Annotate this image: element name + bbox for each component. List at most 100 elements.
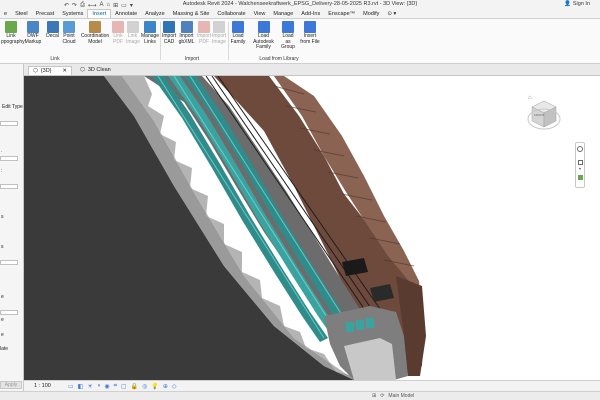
crop-region-icon[interactable]: ▢ (121, 383, 127, 390)
point-cloud-icon (63, 21, 75, 33)
coordination-model-icon (89, 21, 101, 33)
properties-field[interactable] (0, 184, 18, 189)
image-icon (126, 21, 139, 33)
manage-links-icon (144, 21, 156, 33)
ribbon-tab-bar: e Steel Precast Systems Insert Annotate Analyz… (0, 9, 600, 19)
decal-button[interactable]: Decal (45, 21, 60, 40)
visual-style-icon[interactable]: ◧ (78, 383, 84, 390)
tab-annotate[interactable]: Annotate (111, 10, 141, 18)
sign-in[interactable]: 👤 Sign In (564, 1, 590, 7)
autodesk-family-icon (257, 21, 270, 33)
shadows-icon[interactable]: ◑ (97, 383, 101, 390)
insert-from-file-button[interactable]: Insert from File (299, 21, 321, 45)
import-image-button[interactable]: Import Image (212, 21, 226, 45)
active-workset[interactable]: Main Model (388, 393, 414, 399)
family-icon (232, 21, 244, 33)
tab-e[interactable]: e (0, 10, 11, 18)
tab-add-ins[interactable]: Add-Ins (297, 10, 324, 18)
tab-collaborate[interactable]: Collaborate (213, 10, 249, 18)
ribbon-panel: Link ppography DWF Markup Decal Point Cl… (0, 19, 600, 64)
properties-field[interactable] (0, 310, 18, 315)
worksets-icon[interactable]: ⊞ (372, 393, 376, 399)
load-as-group-button[interactable]: Load as Group (280, 21, 296, 51)
sun-path-icon[interactable]: ☀ (87, 383, 92, 390)
viewcube[interactable]: FRONT ⌂ (526, 95, 562, 137)
insert-file-icon (304, 21, 316, 33)
group-icon (282, 21, 294, 33)
link-image-button[interactable]: Link Image (126, 21, 140, 45)
topography-icon (5, 21, 17, 33)
tab-massing-site[interactable]: Massing & Site (169, 10, 214, 18)
dwf-icon (27, 21, 39, 33)
import-pdf-button[interactable]: Import PDF (197, 21, 211, 45)
manage-links-button[interactable]: Manage Links (141, 21, 159, 45)
camera-icon[interactable] (577, 175, 583, 180)
pdf-icon (198, 21, 210, 33)
3d-viewport[interactable]: FRONT ⌂ ▾ (24, 76, 600, 380)
tab-steel[interactable]: Steel (11, 10, 32, 18)
tab-enscape[interactable]: Enscape™ (324, 10, 359, 18)
rendering-icon[interactable]: ◉ (104, 383, 109, 390)
zoom-dropdown-icon[interactable]: ▾ (576, 166, 584, 171)
properties-panel: Edit Type . : s s e e e late (0, 64, 24, 400)
close-icon[interactable]: ✕ (62, 67, 67, 76)
coordination-model-button[interactable]: Coordination Model (80, 21, 110, 45)
tab-modify[interactable]: Modify (359, 10, 383, 18)
view-controls: ▭ ◧ ☀ ◑ ◉ ⌗ ▢ 🔒 ◎ 💡 ⊕ ◇ (68, 383, 177, 390)
group-separator (160, 22, 161, 60)
point-cloud-button[interactable]: Point Cloud (62, 21, 76, 45)
navigation-bar: ▾ (575, 142, 585, 188)
worksharing-display-icon[interactable]: ⊕ (163, 383, 168, 390)
view-control-bar: 1 : 100 ▭ ◧ ☀ ◑ ◉ ⌗ ▢ 🔒 ◎ 💡 ⊕ ◇ (24, 380, 600, 391)
analytical-model-icon[interactable]: ◇ (172, 383, 177, 390)
temporary-hide-icon[interactable]: ◎ (142, 383, 147, 390)
link-pdf-button[interactable]: Link PDF (112, 21, 124, 45)
tab-3d-clean[interactable]: ⬡ 3D Clean (76, 66, 120, 75)
lock-view-icon[interactable]: 🔒 (131, 383, 138, 390)
cad-icon (163, 21, 175, 33)
tab-systems[interactable]: Systems (58, 10, 87, 18)
load-family-button[interactable]: Load Family (230, 21, 246, 45)
apply-button[interactable]: Apply (0, 381, 22, 389)
sync-icon[interactable]: ⟳ (380, 393, 384, 399)
reveal-hidden-icon[interactable]: 💡 (151, 383, 158, 390)
model-render (24, 76, 426, 380)
group-separator (228, 22, 229, 60)
tab-analyze[interactable]: Analyze (141, 10, 169, 18)
tab-manage[interactable]: Manage (269, 10, 297, 18)
decal-icon (46, 21, 59, 33)
tab-insert[interactable]: Insert (87, 9, 112, 18)
import-gbxml-button[interactable]: Import gbXML (178, 21, 195, 45)
group-label-import: Import (184, 56, 200, 62)
properties-field[interactable] (0, 121, 18, 126)
tab-precast[interactable]: Precast (32, 10, 59, 18)
crop-view-icon[interactable]: ⌗ (114, 383, 117, 390)
status-icons: ⊞ ⟳ Main Model (372, 393, 414, 399)
group-label-link: Link (50, 56, 60, 62)
image-icon (213, 21, 225, 33)
pdf-icon (112, 21, 124, 33)
zoom-region-icon[interactable] (577, 160, 583, 165)
tab-[interactable]: ⊙ ▾ (383, 10, 400, 18)
user-icon: 👤 (564, 1, 571, 7)
steering-wheel-icon[interactable] (577, 146, 583, 152)
viewcube-face-label: FRONT (534, 113, 545, 117)
link-topography-button[interactable]: Link ppography (1, 21, 25, 45)
edit-type-button[interactable]: Edit Type (2, 104, 23, 110)
3d-view-icon: ⬡ (33, 67, 38, 74)
tab-3d[interactable]: ⬡ {3D} ✕ (28, 66, 72, 75)
3d-view-icon: ⬡ (80, 67, 85, 73)
load-autodesk-family-button[interactable]: Load Autodesk Family (249, 21, 278, 51)
view-tabs: ⬡ {3D} ✕ ⬡ 3D Clean (24, 64, 600, 76)
dwf-markup-button[interactable]: DWF Markup (24, 21, 42, 45)
gbxml-icon (180, 21, 193, 33)
view-scale[interactable]: 1 : 100 (34, 383, 51, 389)
import-cad-button[interactable]: Import CAD (162, 21, 176, 45)
tab-view[interactable]: View (250, 10, 270, 18)
home-icon[interactable]: ⌂ (528, 95, 532, 101)
window-title: Autodesk Revit 2024 - Walchenseekraftwer… (182, 1, 418, 7)
group-label-load-from-library: Load from Library (259, 56, 299, 62)
properties-field[interactable] (0, 156, 18, 161)
properties-field[interactable] (0, 260, 18, 265)
detail-level-icon[interactable]: ▭ (68, 383, 74, 390)
